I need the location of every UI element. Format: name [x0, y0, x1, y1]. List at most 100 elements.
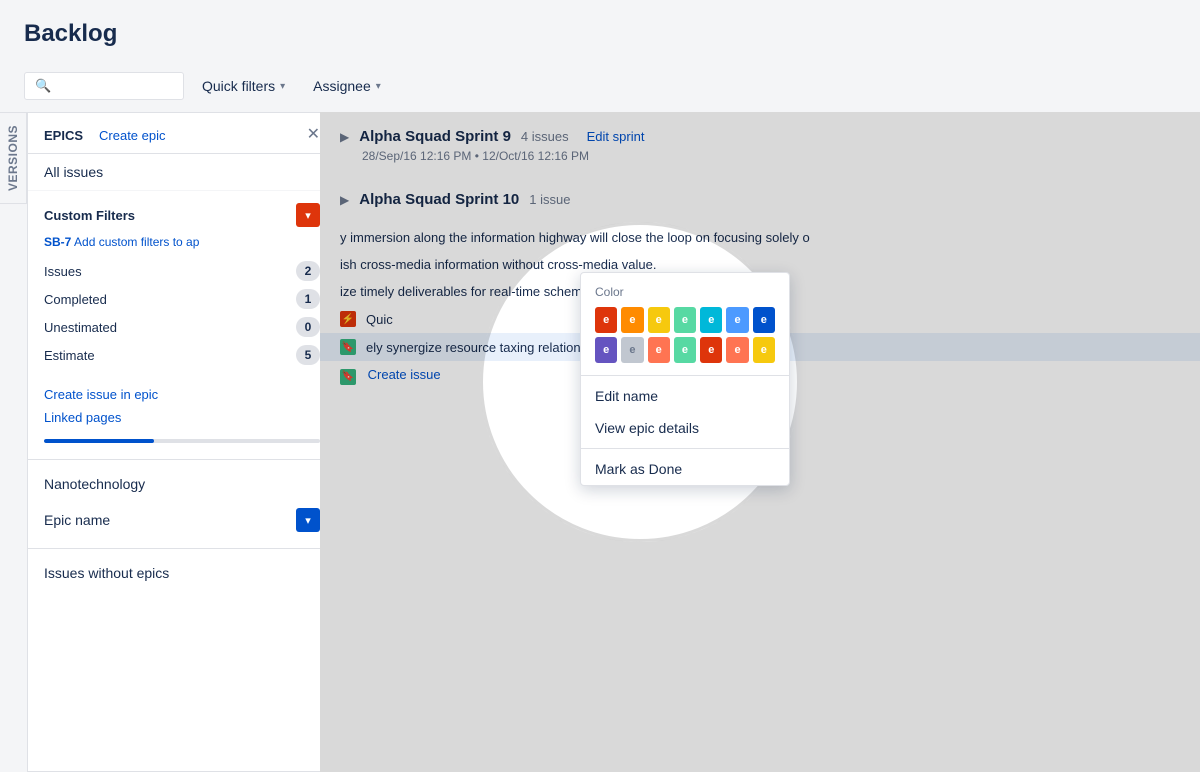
progress-bar-fill — [44, 439, 154, 443]
issue-text-2: ish cross-media information without cros… — [340, 257, 1180, 272]
sidebar-divider — [28, 459, 336, 460]
sprint-9-section: ▶ Alpha Squad Sprint 9 4 issues Edit spr… — [320, 112, 1200, 183]
create-issue-plus-icon: 🔖 — [340, 369, 356, 385]
linked-pages-link[interactable]: Linked pages — [44, 408, 320, 427]
filter-stat-unestimated: Unestimated 0 — [44, 313, 320, 341]
context-menu: Color e e e e e e e — [580, 272, 790, 486]
sprint-10-count: 1 issue — [529, 192, 570, 207]
epic-name-section: Epic name ▾ — [28, 500, 336, 540]
issues-badge: 2 — [296, 261, 320, 281]
sprint-10-section: ▶ Alpha Squad Sprint 10 1 issue — [320, 183, 1200, 220]
custom-filter-link[interactable]: SB-7 Add custom filters to ap — [44, 235, 320, 249]
page-title: Backlog — [24, 20, 1176, 48]
color-swatch[interactable]: e — [674, 337, 696, 363]
custom-filters-section: Custom Filters ▾ SB-7 Add custom filters… — [28, 191, 336, 377]
page-header: Backlog — [0, 0, 1200, 72]
color-swatch[interactable]: e — [753, 307, 775, 333]
color-swatch[interactable]: e — [700, 337, 722, 363]
color-swatch[interactable]: e — [595, 337, 617, 363]
issues-label: Issues — [44, 264, 82, 279]
app-container: Backlog 🔍 Quick filters ▾ Assignee ▾ VER… — [0, 0, 1200, 772]
estimate-label: Estimate — [44, 348, 95, 363]
epic-name-dropdown-button[interactable]: ▾ — [296, 508, 320, 532]
sidebar-header-left: EPICS Create epic — [44, 128, 166, 143]
unestimated-label: Unestimated — [44, 320, 117, 335]
all-issues-link[interactable]: All issues — [28, 154, 336, 191]
menu-divider-2 — [581, 448, 789, 449]
right-panel: ▶ Alpha Squad Sprint 9 4 issues Edit spr… — [320, 112, 1200, 772]
create-issue-text: Create issue — [368, 367, 441, 382]
quick-issue-icon: ⚡ — [340, 311, 356, 327]
create-epic-link[interactable]: Create epic — [99, 128, 165, 143]
assignee-label: Assignee — [313, 78, 371, 94]
color-swatch[interactable]: e — [700, 307, 722, 333]
custom-filter-id: SB-7 — [44, 235, 71, 249]
sprint-9-chevron-icon[interactable]: ▶ — [340, 130, 349, 144]
assignee-button[interactable]: Assignee ▾ — [303, 72, 391, 100]
unestimated-badge: 0 — [296, 317, 320, 337]
estimate-badge: 5 — [296, 345, 320, 365]
issue-row: y immersion along the information highwa… — [320, 224, 1200, 251]
main-content: VERSIONS EPICS Create epic ✕ All issues … — [0, 112, 1200, 772]
sidebar-progress — [28, 435, 336, 451]
edit-name-menu-item[interactable]: Edit name — [581, 380, 789, 412]
color-swatch[interactable]: e — [674, 307, 696, 333]
color-swatch[interactable]: e — [621, 337, 643, 363]
custom-filters-title: Custom Filters — [44, 208, 135, 223]
create-issue-in-epic-link[interactable]: Create issue in epic — [44, 385, 320, 404]
sidebar-links: Create issue in epic Linked pages — [28, 377, 336, 435]
color-swatch[interactable]: e — [621, 307, 643, 333]
sprint-10-chevron-icon[interactable]: ▶ — [340, 193, 349, 207]
color-swatch[interactable]: e — [753, 337, 775, 363]
quick-filters-label: Quick filters — [202, 78, 275, 94]
color-swatch[interactable]: e — [726, 307, 748, 333]
nanotechnology-label: Nanotechnology — [44, 476, 145, 492]
sprint-9-header: ▶ Alpha Squad Sprint 9 4 issues Edit spr… — [340, 128, 1180, 145]
sprint-9-dates: 28/Sep/16 12:16 PM • 12/Oct/16 12:16 PM — [340, 149, 1180, 163]
issue-text-1: y immersion along the information highwa… — [340, 230, 1180, 245]
sprint-9-edit-link[interactable]: Edit sprint — [587, 129, 645, 144]
epic-name-label: Epic name — [44, 512, 110, 528]
sprint-9-name: Alpha Squad Sprint 9 — [359, 128, 511, 145]
color-swatch[interactable]: e — [726, 337, 748, 363]
completed-label: Completed — [44, 292, 107, 307]
left-sidebar: EPICS Create epic ✕ All issues Custom Fi… — [27, 112, 337, 772]
close-button[interactable]: ✕ — [307, 127, 320, 143]
filter-stat-issues: Issues 2 — [44, 257, 320, 285]
search-box[interactable]: 🔍 — [24, 72, 184, 100]
issues-without-epics: Issues without epics — [28, 557, 336, 589]
mark-as-done-menu-item[interactable]: Mark as Done — [581, 453, 789, 485]
quick-filters-button[interactable]: Quick filters ▾ — [192, 72, 295, 100]
sidebar-wrapper: VERSIONS EPICS Create epic ✕ All issues … — [0, 112, 320, 772]
color-row-1: e e e e e e e — [595, 307, 775, 333]
sprint-10-name: Alpha Squad Sprint 10 — [359, 191, 519, 208]
filter-stat-estimate: Estimate 5 — [44, 341, 320, 369]
sprint-10-header: ▶ Alpha Squad Sprint 10 1 issue — [340, 191, 1180, 208]
color-swatch[interactable]: e — [648, 307, 670, 333]
completed-badge: 1 — [296, 289, 320, 309]
search-input[interactable] — [57, 79, 177, 94]
progress-bar-background — [44, 439, 320, 443]
toolbar: 🔍 Quick filters ▾ Assignee ▾ — [0, 72, 1200, 112]
versions-tab[interactable]: VERSIONS — [0, 112, 27, 204]
assignee-chevron-icon: ▾ — [376, 81, 381, 92]
nanotechnology-section: Nanotechnology — [28, 468, 336, 500]
color-swatch[interactable]: e — [595, 307, 617, 333]
color-swatch[interactable]: e — [648, 337, 670, 363]
color-section-label: Color — [595, 285, 775, 299]
color-grid: e e e e e e e e e e — [595, 307, 775, 363]
sidebar-header: EPICS Create epic ✕ — [28, 113, 336, 154]
search-icon: 🔍 — [35, 78, 51, 94]
view-epic-details-menu-item[interactable]: View epic details — [581, 412, 789, 444]
menu-divider-1 — [581, 375, 789, 376]
color-row-2: e e e e e e e — [595, 337, 775, 363]
custom-filters-header: Custom Filters ▾ — [44, 203, 320, 227]
custom-filters-dropdown-button[interactable]: ▾ — [296, 203, 320, 227]
custom-filter-text: Add custom filters to ap — [74, 235, 199, 249]
epics-label: EPICS — [44, 128, 83, 143]
filter-stats: Issues 2 Completed 1 Unestimated 0 Est — [44, 257, 320, 369]
sidebar-divider-2 — [28, 548, 336, 549]
quick-filters-chevron-icon: ▾ — [280, 81, 285, 92]
color-section: Color e e e e e e e — [581, 273, 789, 371]
sprint-9-count: 4 issues — [521, 129, 569, 144]
